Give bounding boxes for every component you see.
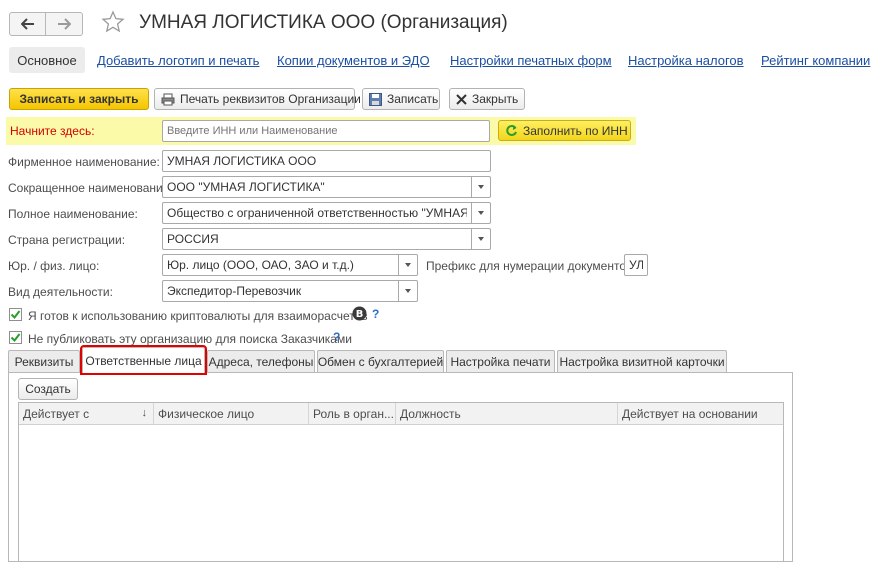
close-button[interactable]: Закрыть [449,88,525,110]
activity-field[interactable]: Экспедитор-Перевозчик [162,280,398,302]
entity-type-dropdown-icon[interactable] [398,254,418,276]
short-name-combo[interactable]: ООО "УМНАЯ ЛОГИСТИКА" [162,176,491,198]
country-combo[interactable]: РОССИЯ [162,228,491,250]
column-header-basis[interactable]: Действует на основании [618,403,783,425]
country-value: РОССИЯ [167,232,219,246]
activity-dropdown-icon[interactable] [398,280,418,302]
no-publish-help-icon[interactable]: ? [333,330,340,344]
save-and-close-button[interactable]: Записать и закрыть [9,88,149,110]
section-link-tax-settings[interactable]: Настройка налогов [628,53,744,68]
tab-business-card-settings[interactable]: Настройка визитной карточки [557,350,727,373]
tab-accounting-exchange[interactable]: Обмен с бухгалтерией [317,350,444,373]
tab-print-settings[interactable]: Настройка печати [446,350,555,373]
print-requisites-button[interactable]: Печать реквизитов Организации [154,88,361,110]
create-label: Создать [25,382,71,396]
full-name-value: Общество с ограниченной ответственностью… [167,206,467,220]
printer-icon [161,93,175,105]
close-label: Закрыть [472,92,519,106]
page-title: УМНАЯ ЛОГИСТИКА ООО (Организация) [139,12,508,33]
section-link-rating[interactable]: Рейтинг компании [761,53,870,68]
entity-type-field[interactable]: Юр. лицо (ООО, ОАО, ЗАО и т.д.) [162,254,398,276]
short-name-dropdown-icon[interactable] [471,176,491,198]
short-name-field[interactable]: ООО "УМНАЯ ЛОГИСТИКА" [162,176,471,198]
arrow-left-icon [20,18,34,30]
tab-requisites[interactable]: Реквизиты [8,350,80,373]
bitcoin-icon: B [352,306,367,324]
save-and-close-label: Записать и закрыть [19,92,139,106]
column-valid-from-label: Действует с [23,407,90,421]
save-label: Записать [387,92,439,106]
fill-by-inn-button[interactable]: Заполнить по ИНН [498,120,631,141]
checkmark-icon [10,310,21,320]
country-field[interactable]: РОССИЯ [162,228,471,250]
short-name-value: ООО "УМНАЯ ЛОГИСТИКА" [167,180,325,194]
section-main[interactable]: Основное [9,47,85,73]
entity-type-label: Юр. / физ. лицо: [8,259,100,273]
country-dropdown-icon[interactable] [471,228,491,250]
table-header: Действует с ↓ Физическое лицо Роль в орг… [19,403,783,425]
doc-prefix-field[interactable]: УЛ [624,254,648,276]
doc-prefix-value: УЛ [629,258,643,272]
short-name-label: Сокращенное наименование: [8,181,173,195]
section-link-doc-copies[interactable]: Копии документов и ЭДО [277,53,430,68]
history-nav [9,12,83,36]
column-header-role[interactable]: Роль в орган... [309,403,396,425]
full-name-dropdown-icon[interactable] [471,202,491,224]
doc-prefix-label: Префикс для нумерации документов : [426,259,640,273]
activity-label: Вид деятельности: [8,285,113,299]
tab-addresses-phones[interactable]: Адреса, телефоны [207,350,315,373]
entity-type-combo[interactable]: Юр. лицо (ООО, ОАО, ЗАО и т.д.) [162,254,418,276]
full-name-combo[interactable]: Общество с ограниченной ответственностью… [162,202,491,224]
brand-name-field[interactable]: УМНАЯ ЛОГИСТИКА ООО [162,150,491,172]
floppy-disk-icon [369,92,382,106]
start-here-label: Начните здесь: [10,124,95,138]
refresh-icon [506,125,517,136]
create-button[interactable]: Создать [18,378,78,400]
section-link-logo[interactable]: Добавить логотип и печать [97,53,259,68]
fill-by-inn-label: Заполнить по ИНН [523,123,628,138]
favorite-star-icon[interactable] [101,10,125,37]
arrow-right-icon [58,18,71,30]
full-name-label: Полное наименование: [8,207,138,221]
section-link-print-settings[interactable]: Настройки печатных форм [450,53,612,68]
crypto-label: Я готов к использованию криптовалюты для… [28,309,368,323]
back-button[interactable] [9,12,46,36]
save-button[interactable]: Записать [362,88,440,110]
full-name-field[interactable]: Общество с ограниченной ответственностью… [162,202,471,224]
print-requisites-label: Печать реквизитов Организации [180,92,361,106]
country-label: Страна регистрации: [8,233,126,247]
svg-text:B: B [356,309,364,320]
entity-type-value: Юр. лицо (ООО, ОАО, ЗАО и т.д.) [167,258,354,272]
crypto-help-icon[interactable]: ? [372,307,379,321]
column-header-person[interactable]: Физическое лицо [154,403,309,425]
brand-name-label: Фирменное наименование: [8,155,160,169]
forward-button[interactable] [46,12,83,36]
crypto-checkbox[interactable] [9,308,22,321]
checkmark-icon [10,333,21,343]
no-publish-label: Не публиковать эту организацию для поиск… [28,332,352,346]
close-icon [456,93,467,105]
no-publish-checkbox[interactable] [9,331,22,344]
responsible-persons-table[interactable]: Действует с ↓ Физическое лицо Роль в орг… [18,402,784,562]
activity-combo[interactable]: Экспедитор-Перевозчик [162,280,418,302]
brand-name-value: УМНАЯ ЛОГИСТИКА ООО [167,154,317,168]
column-header-valid-from[interactable]: Действует с ↓ [19,403,154,425]
inn-search-input[interactable] [162,120,490,142]
sort-down-icon: ↓ [141,407,148,419]
tab-responsible-persons[interactable]: Ответственные лица [80,345,207,375]
column-header-position[interactable]: Должность [396,403,618,425]
activity-value: Экспедитор-Перевозчик [167,284,302,298]
